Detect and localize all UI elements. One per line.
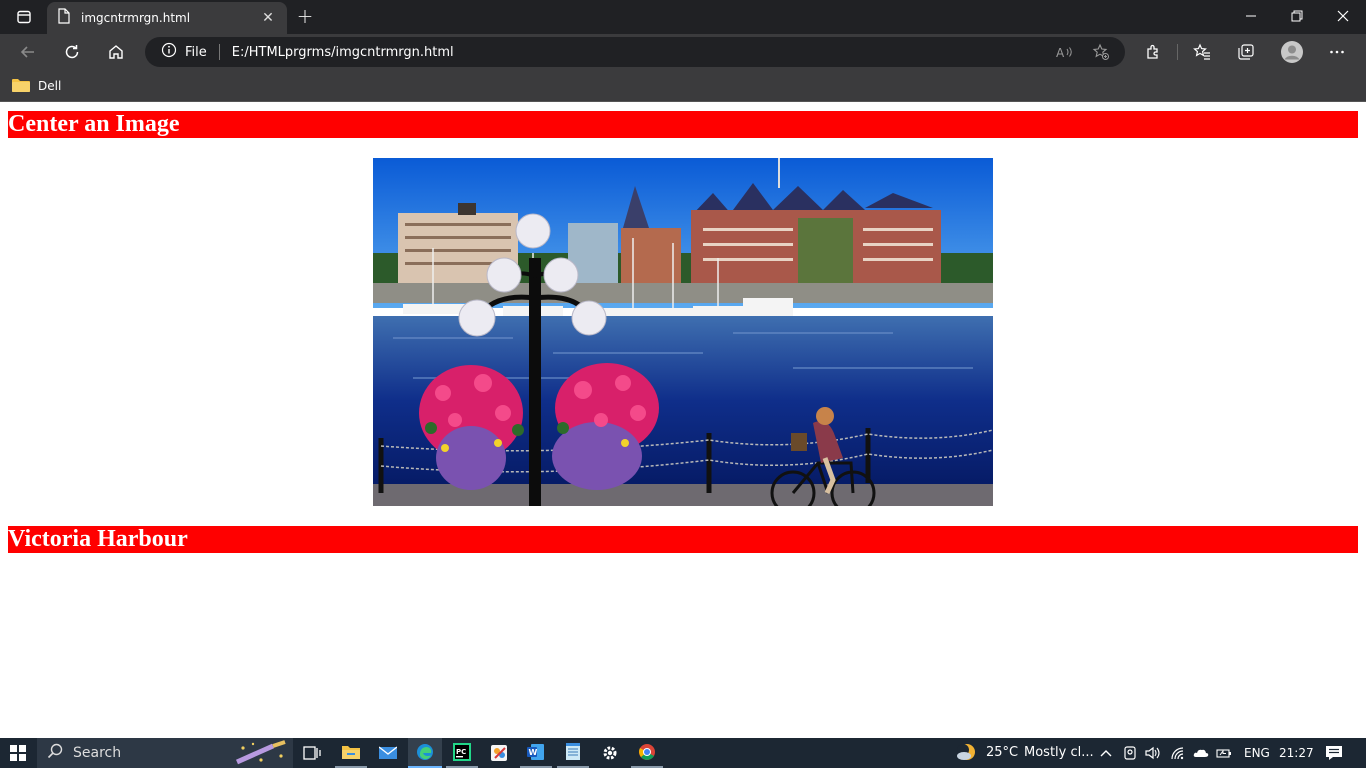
- file-explorer-icon[interactable]: [335, 738, 367, 768]
- home-button[interactable]: [101, 38, 131, 66]
- language-indicator[interactable]: ENG: [1244, 738, 1270, 768]
- settings-gear-icon[interactable]: [594, 738, 626, 768]
- folder-icon: [12, 77, 30, 96]
- toolbar-divider: [1177, 44, 1178, 60]
- restore-button[interactable]: [1274, 0, 1320, 32]
- new-tab-button[interactable]: +: [292, 5, 318, 29]
- info-icon[interactable]: [161, 42, 177, 62]
- wifi-icon[interactable]: [1170, 745, 1186, 761]
- favorites-icon[interactable]: [1187, 38, 1217, 66]
- paint-icon[interactable]: [483, 738, 515, 768]
- word-icon[interactable]: W: [520, 738, 552, 768]
- address-separator: [218, 44, 220, 60]
- notepad-icon[interactable]: [557, 738, 589, 768]
- more-options-icon[interactable]: [1322, 38, 1352, 66]
- weather-cloud-moon-icon[interactable]: [955, 741, 977, 763]
- volume-icon[interactable]: [1145, 745, 1161, 761]
- edge-browser-icon[interactable]: [408, 738, 442, 768]
- start-button[interactable]: [0, 738, 36, 768]
- mail-icon[interactable]: [372, 738, 404, 768]
- chrome-icon[interactable]: [631, 738, 663, 768]
- page-content: Center an Image Victoria Harbour: [0, 103, 1366, 738]
- browser-tab[interactable]: imgcntrmrgn.html ✕: [47, 2, 287, 34]
- extensions-icon[interactable]: [1138, 38, 1168, 66]
- add-favorite-icon[interactable]: [1091, 43, 1111, 61]
- clock-time[interactable]: 21:27: [1279, 738, 1314, 768]
- pycharm-icon[interactable]: PC: [446, 738, 478, 768]
- search-highlight-icon: [233, 740, 291, 770]
- windows-taskbar: Search PC W 25°C Mostly cl... ENG 21:27: [0, 738, 1366, 768]
- bookmark-label: Dell: [38, 79, 62, 93]
- navigation-bar: File E:/HTMLprgrms/imgcntrmrgn.html A: [0, 34, 1366, 70]
- harbour-photo: [373, 158, 993, 506]
- page-heading-top: Center an Image: [8, 111, 1358, 138]
- address-url[interactable]: E:/HTMLprgrms/imgcntrmrgn.html: [232, 45, 454, 60]
- task-view-icon[interactable]: [296, 738, 328, 768]
- back-button[interactable]: [13, 38, 43, 66]
- profile-avatar[interactable]: [1277, 38, 1307, 66]
- read-aloud-icon[interactable]: A: [1055, 43, 1075, 61]
- address-scheme-label: File: [185, 44, 207, 60]
- svg-text:W: W: [529, 748, 538, 757]
- page-document-icon: [57, 8, 71, 28]
- collections-icon[interactable]: [1231, 38, 1261, 66]
- bookmark-folder-dell[interactable]: Dell: [12, 76, 61, 96]
- weather-description[interactable]: Mostly cl...: [1024, 738, 1094, 768]
- close-window-button[interactable]: [1320, 0, 1366, 32]
- browser-title-bar: imgcntrmrgn.html ✕ +: [0, 0, 1366, 34]
- notification-center-icon[interactable]: [1324, 745, 1344, 761]
- search-icon: [47, 743, 63, 763]
- bookmarks-bar: Dell: [0, 70, 1366, 102]
- chevron-up-icon[interactable]: [1098, 745, 1114, 761]
- address-bar[interactable]: File E:/HTMLprgrms/imgcntrmrgn.html A: [145, 37, 1125, 67]
- tab-title: imgcntrmrgn.html: [81, 11, 191, 25]
- meet-now-icon[interactable]: [1122, 745, 1138, 761]
- minimize-button[interactable]: [1228, 0, 1274, 32]
- tab-actions-icon[interactable]: [10, 5, 38, 29]
- taskbar-search-box[interactable]: Search: [37, 738, 293, 768]
- battery-icon[interactable]: [1216, 745, 1232, 761]
- svg-text:A: A: [1056, 46, 1065, 59]
- svg-text:PC: PC: [456, 748, 466, 756]
- weather-temperature[interactable]: 25°C: [986, 738, 1018, 768]
- onedrive-cloud-icon[interactable]: [1193, 745, 1209, 761]
- page-heading-bottom: Victoria Harbour: [8, 526, 1358, 553]
- tab-close-icon[interactable]: ✕: [259, 10, 277, 26]
- search-label: Search: [73, 745, 122, 761]
- refresh-button[interactable]: [57, 38, 87, 66]
